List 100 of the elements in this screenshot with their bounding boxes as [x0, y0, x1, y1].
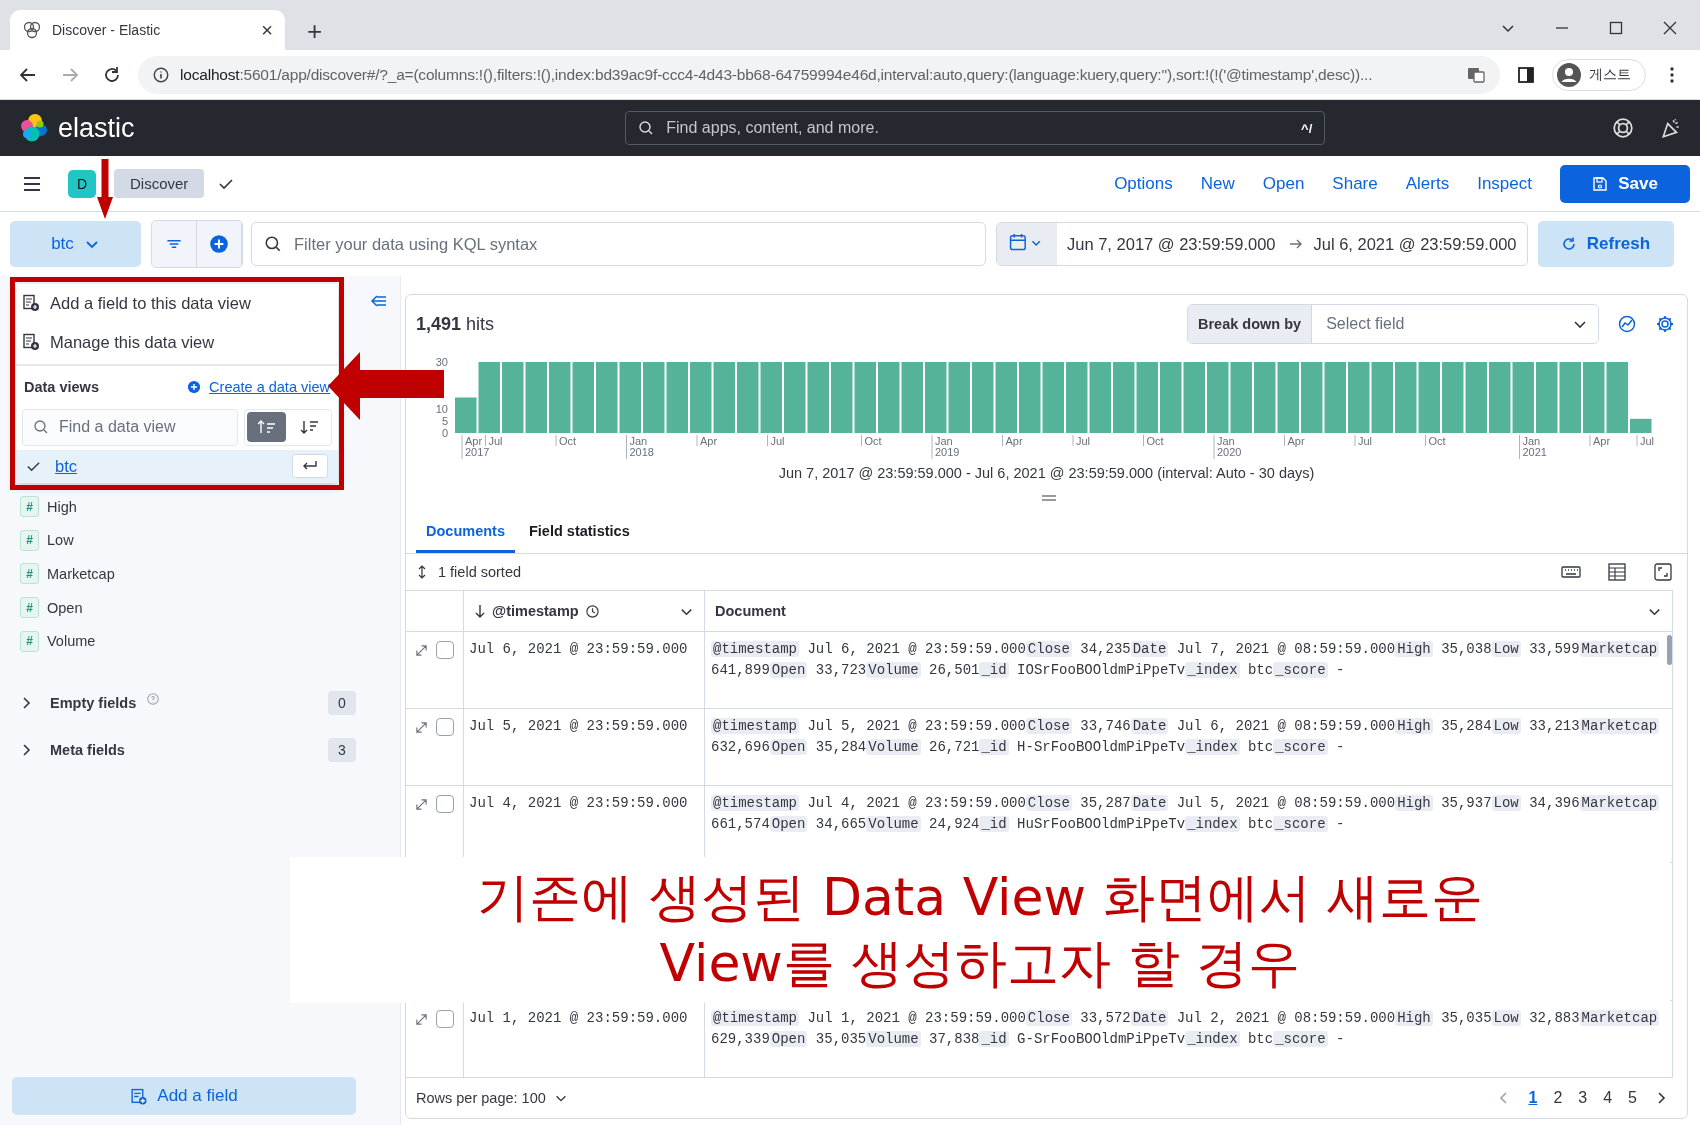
group-label[interactable]: Empty fields	[50, 695, 137, 712]
space-avatar[interactable]: D	[68, 169, 96, 198]
info-icon[interactable]	[152, 65, 170, 84]
histogram-bar[interactable]	[831, 362, 853, 433]
histogram-bar[interactable]	[1606, 362, 1628, 433]
histogram-bar[interactable]	[690, 362, 712, 433]
menu-item[interactable]: Add a field to this data view	[16, 284, 338, 323]
group-label[interactable]: Meta fields	[50, 742, 125, 759]
histogram-bar[interactable]	[1371, 362, 1393, 433]
field-item[interactable]: # Open	[20, 590, 400, 625]
field-item[interactable]: # Volume	[20, 624, 400, 658]
menu-link[interactable]: Open	[1262, 173, 1305, 194]
histogram-bar[interactable]	[572, 362, 594, 433]
histogram-bar[interactable]	[1230, 362, 1252, 433]
histogram-bar[interactable]	[1395, 362, 1417, 433]
page-link[interactable]: 4	[1595, 1089, 1621, 1107]
resize-handle[interactable]	[1040, 494, 1057, 502]
page-link[interactable]: 3	[1570, 1089, 1596, 1107]
close-tab-button[interactable]: ×	[261, 18, 273, 42]
scrollbar[interactable]	[1667, 635, 1672, 665]
view-tab[interactable]: Documents	[416, 511, 515, 553]
data-view-search-field[interactable]: Find a data view	[22, 408, 238, 446]
page-link[interactable]: 1	[1520, 1089, 1546, 1107]
histogram-bar[interactable]	[549, 362, 571, 433]
sort-down-icon[interactable]	[474, 603, 486, 619]
help-icon[interactable]	[1612, 117, 1634, 139]
breakdown-select[interactable]: Break down by Select field	[1187, 304, 1599, 344]
new-tab-button[interactable]: +	[307, 18, 323, 44]
histogram-bar[interactable]	[1583, 362, 1605, 433]
date-range-picker[interactable]: Jun 7, 2017 @ 23:59:59.000 Jul 6, 2021 @ 23:59:59.000	[996, 222, 1528, 266]
histogram-bar[interactable]	[1512, 362, 1534, 433]
histogram-bar[interactable]	[502, 362, 524, 433]
histogram-bar[interactable]	[1348, 362, 1370, 433]
close-icon[interactable]	[1662, 20, 1678, 36]
histogram-bar[interactable]	[1089, 362, 1111, 433]
column-header[interactable]: @timestamp	[464, 591, 705, 631]
histogram-bar[interactable]	[455, 397, 477, 433]
histogram-bar[interactable]	[643, 362, 665, 433]
menu-link[interactable]: Share	[1332, 173, 1378, 194]
breadcrumb[interactable]: Discover	[114, 169, 205, 198]
browser-tab[interactable]: Discover - Elastic ×	[10, 10, 285, 50]
menu-item[interactable]: Manage this data view	[16, 323, 338, 362]
view-tab[interactable]: Field statistics	[518, 511, 640, 553]
column-header[interactable]: Document	[705, 591, 1672, 631]
save-button[interactable]: Save	[1560, 164, 1690, 203]
menu-link[interactable]: New	[1200, 173, 1235, 194]
histogram-bar[interactable]	[1465, 362, 1487, 433]
histogram-bar[interactable]	[1630, 418, 1652, 433]
histogram-bar[interactable]	[1536, 362, 1558, 433]
side-panel-icon[interactable]	[1516, 64, 1536, 85]
histogram-bar[interactable]	[878, 362, 900, 433]
histogram-bar[interactable]	[1066, 362, 1088, 433]
add-icon[interactable]	[187, 380, 202, 395]
start-date[interactable]: Jun 7, 2017 @ 23:59:59.000	[1067, 234, 1276, 254]
query-field[interactable]: Filter your data using KQL syntax	[251, 222, 986, 266]
histogram-bar[interactable]	[1113, 362, 1135, 433]
histogram-bar[interactable]	[478, 362, 500, 433]
histogram-bar[interactable]	[1559, 362, 1581, 433]
histogram-bar[interactable]	[1042, 362, 1064, 433]
histogram-bar[interactable]	[1277, 362, 1299, 433]
page-link[interactable]: 5	[1620, 1089, 1645, 1107]
histogram-bar[interactable]	[1301, 362, 1323, 433]
rows-per-page-select[interactable]: Rows per page: 100	[416, 1090, 568, 1106]
party-popper-icon[interactable]	[1660, 117, 1682, 139]
end-date[interactable]: Jul 6, 2021 @ 23:59:59.000	[1313, 234, 1517, 254]
histogram-bar[interactable]	[666, 362, 688, 433]
histogram-bar[interactable]	[1254, 362, 1276, 433]
histogram-bar[interactable]	[596, 362, 618, 433]
histogram-bar[interactable]	[525, 362, 547, 433]
histogram-bar[interactable]	[901, 362, 923, 433]
histogram-bar[interactable]	[972, 362, 994, 433]
row-checkbox[interactable]	[436, 718, 454, 736]
histogram-bar[interactable]	[1324, 362, 1346, 433]
histogram-bar[interactable]	[760, 362, 782, 433]
address-bar[interactable]: localhost:5601/app/discover#/?_a=(columns:!(),filters:!(),index:bd39ac9f-ccc4-4d43-bb68-64759994e46d,interval:auto,query:(language:kuery,query:''),sort:!(!('@timestamp',desc))...	[138, 55, 1500, 94]
refresh-button[interactable]: Refresh	[1537, 221, 1674, 267]
histogram-bar[interactable]	[1207, 362, 1229, 433]
global-search-field[interactable]: Find apps, content, and more. ^/	[625, 111, 1326, 145]
create-data-view-link[interactable]: Create a data view	[209, 379, 330, 396]
sort-ascending-button[interactable]	[247, 412, 286, 443]
histogram-bar[interactable]	[995, 362, 1017, 433]
histogram-bar[interactable]	[784, 362, 806, 433]
maximize-icon[interactable]	[1608, 20, 1624, 36]
menu-link[interactable]: Alerts	[1405, 173, 1450, 194]
page-link[interactable]: 2	[1545, 1089, 1571, 1107]
add-field-button[interactable]: Add a field	[12, 1077, 356, 1115]
field-item[interactable]: # Low	[20, 523, 400, 558]
menu-link[interactable]: Options	[1114, 173, 1173, 194]
histogram-bar[interactable]	[1442, 362, 1464, 433]
menu-link[interactable]: Inspect	[1477, 173, 1532, 194]
settings-icon[interactable]	[1655, 314, 1675, 334]
histogram-bar[interactable]	[1183, 362, 1205, 433]
histogram-bar[interactable]	[1019, 362, 1041, 433]
fullscreen-icon[interactable]	[1653, 562, 1673, 582]
expand-row-icon[interactable]	[414, 1013, 428, 1026]
calendar-icon[interactable]	[997, 223, 1057, 265]
histogram-bar[interactable]	[1489, 362, 1511, 433]
histogram-bar[interactable]	[854, 362, 876, 433]
histogram-bar[interactable]	[807, 362, 829, 433]
field-item[interactable]: # Marketcap	[20, 557, 400, 591]
